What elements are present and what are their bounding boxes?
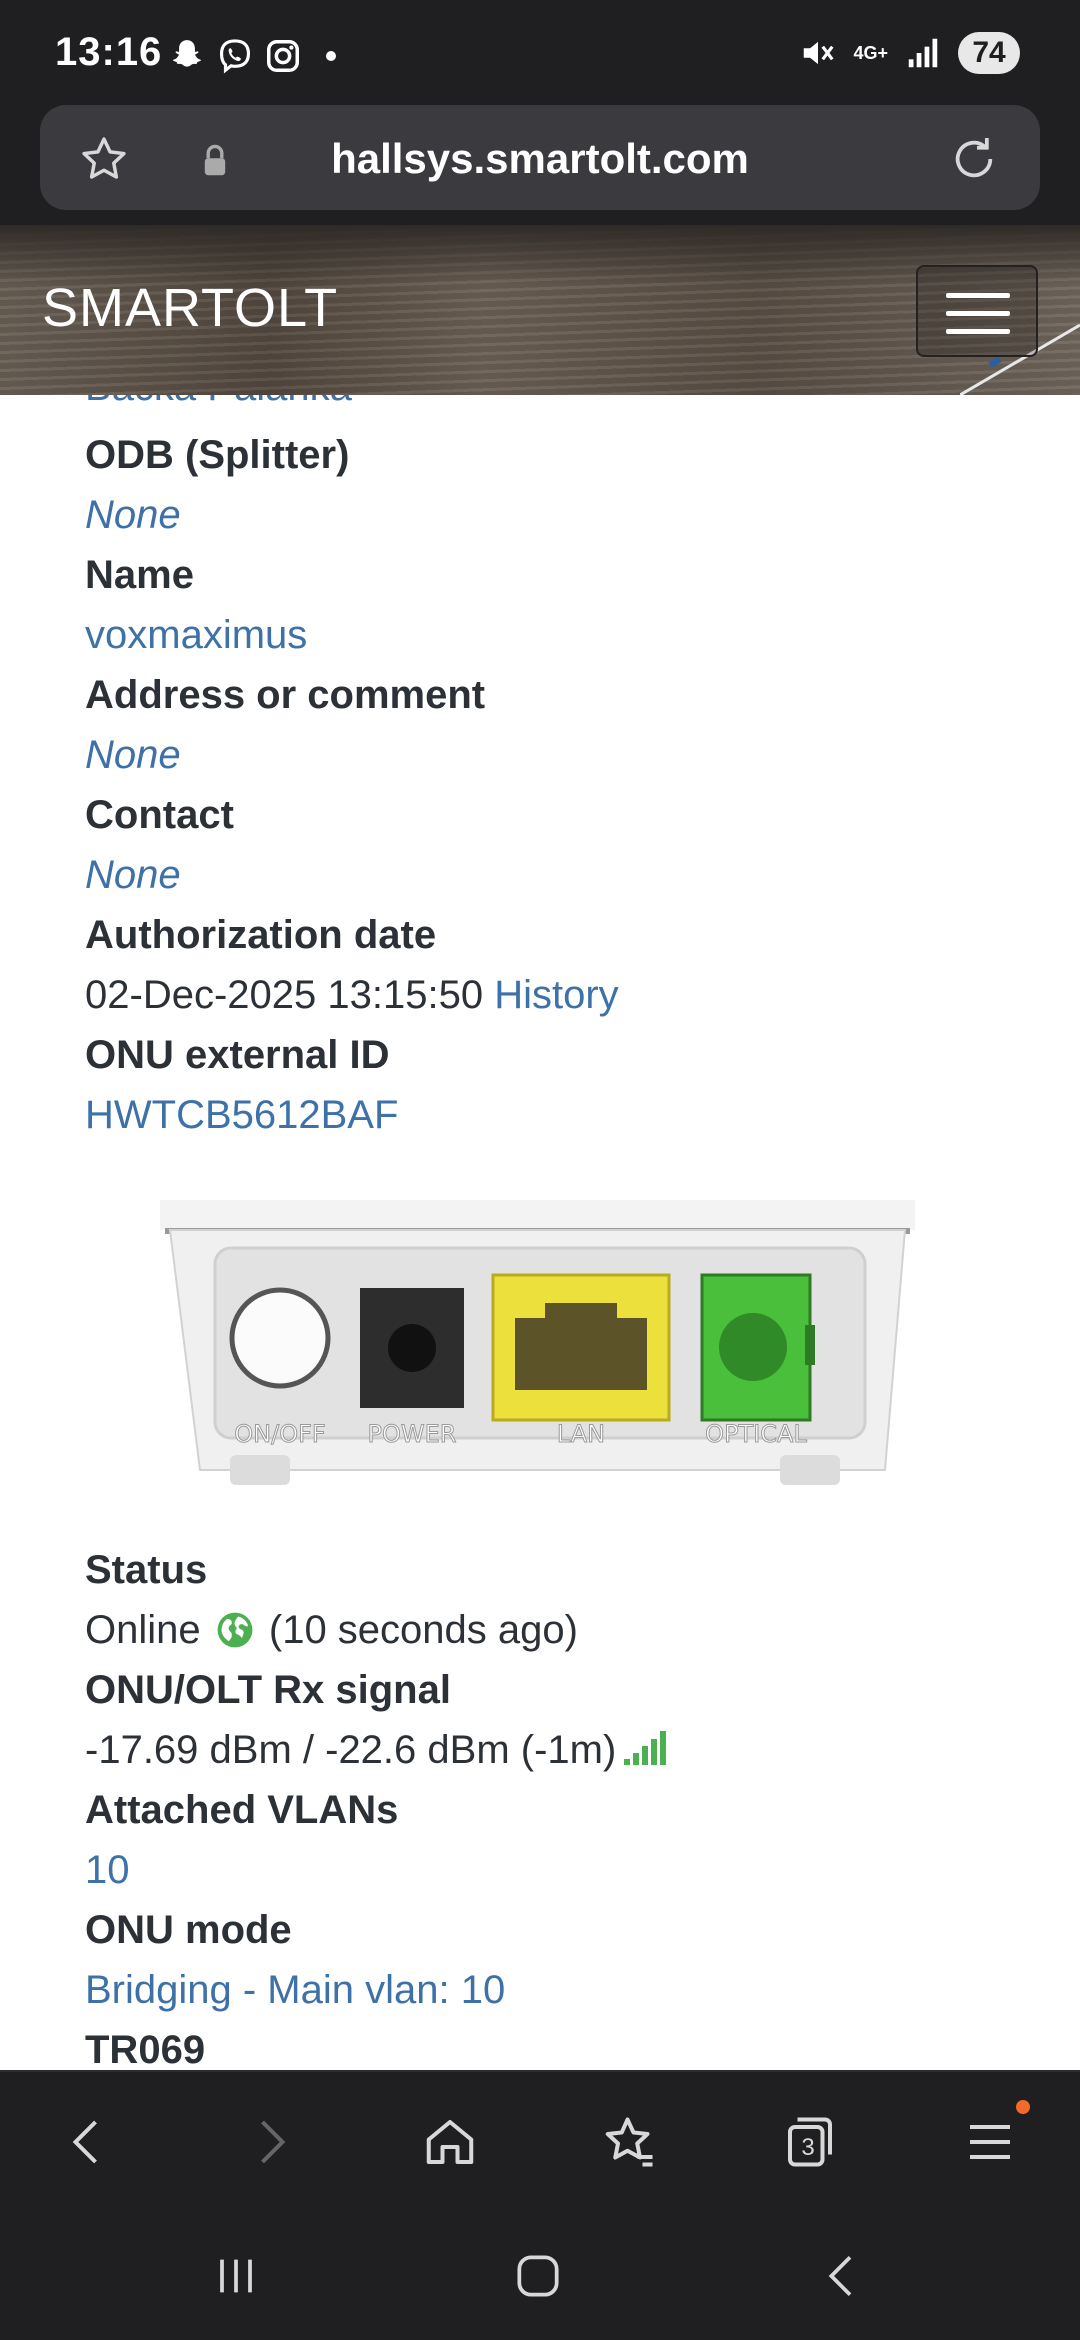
odb-label: ODB (Splitter) [85, 433, 350, 477]
network-type: 4G+ [853, 43, 888, 63]
device-port-label: LAN [557, 1420, 605, 1448]
instagram-icon [267, 40, 299, 72]
address-value[interactable]: None [85, 725, 1025, 785]
rx-signal-value: -17.69 dBm / -22.6 dBm (-1m) [85, 1728, 617, 1772]
device-port-label: OPTICAL [705, 1420, 807, 1448]
menu-toggle-button[interactable] [916, 265, 1038, 357]
zone-value[interactable]: Backa Palanka [85, 395, 352, 410]
status-value: Online [85, 1608, 201, 1652]
browser-toolbar: 3 [0, 2070, 1080, 2210]
authorization-date-row: 02-Dec-2025 13:15:50 History [85, 965, 1025, 1025]
snapchat-icon [173, 40, 201, 67]
mute-icon [804, 41, 834, 65]
status-time: (10 seconds ago) [268, 1608, 578, 1652]
external-id-label: ONU external ID [85, 1033, 390, 1077]
back-icon[interactable] [58, 2112, 118, 2172]
contact-label: Contact [85, 793, 234, 837]
rx-signal-label: ONU/OLT Rx signal [85, 1668, 451, 1712]
viber-icon [219, 39, 251, 74]
more-notifications-dot [326, 51, 336, 61]
menu-notification-dot [1016, 2100, 1030, 2114]
online-globe-icon [217, 1612, 253, 1648]
site-header: SMARTOLT [0, 225, 1080, 395]
site-brand[interactable]: SMARTOLT [42, 277, 338, 339]
tr069-label: TR069 [85, 2028, 206, 2070]
tab-count: 3 [801, 2134, 815, 2161]
bookmarks-icon[interactable] [600, 2112, 660, 2172]
name-value[interactable]: voxmaximus [85, 605, 1025, 665]
status-label: Status [85, 1548, 208, 1592]
authorization-date-value: 02-Dec-2025 13:15:50 [85, 973, 484, 1017]
home-icon[interactable] [420, 2112, 480, 2172]
authorization-date-label: Authorization date [85, 913, 437, 957]
recent-apps-icon[interactable] [208, 2248, 264, 2304]
contact-value[interactable]: None [85, 845, 1025, 905]
reload-icon[interactable] [946, 131, 1002, 187]
onu-mode-label: ONU mode [85, 1908, 292, 1952]
status-indicators: 4G+ 74 [799, 32, 1020, 74]
status-bar: 13:16 4G+ 74 [0, 0, 1080, 100]
system-back-icon[interactable] [815, 2248, 871, 2304]
device-port-label: POWER [368, 1420, 457, 1448]
status-time: 13:16 [55, 30, 163, 74]
tabs-button[interactable]: 3 [780, 2112, 840, 2172]
vlans-value[interactable]: 10 [85, 1840, 1025, 1900]
onu-device-image: ON/OFF POWER LAN OPTICAL [160, 1200, 915, 1485]
external-id-value[interactable]: HWTCB5612BAF [85, 1085, 1025, 1145]
address-label: Address or comment [85, 673, 486, 717]
onu-status-list: Status Online (10 seconds ago) ONU/OLT R… [85, 1540, 1025, 2070]
history-link[interactable]: History [494, 973, 618, 1017]
signal-icon [908, 38, 938, 68]
rx-signal-row: -17.69 dBm / -22.6 dBm (-1m) [85, 1720, 1025, 1780]
home-button-icon[interactable] [510, 2248, 566, 2304]
address-bar[interactable]: hallsys.smartolt.com [40, 105, 1040, 210]
onu-mode-value[interactable]: Bridging - Main vlan: 10 [85, 1960, 1025, 2020]
forward-icon[interactable] [240, 2112, 300, 2172]
vlans-label: Attached VLANs [85, 1788, 399, 1832]
battery-level: 74 [958, 32, 1020, 74]
device-port-label: ON/OFF [234, 1420, 325, 1448]
url-text[interactable]: hallsys.smartolt.com [40, 135, 1040, 183]
onu-details-panel: Backa Palanka ODB (Splitter) None Name v… [0, 395, 1080, 2070]
onu-info-list: ODB (Splitter) None Name voxmaximus Addr… [85, 425, 1025, 1145]
menu-icon[interactable] [960, 2112, 1020, 2172]
name-label: Name [85, 553, 194, 597]
notification-icons [168, 36, 336, 76]
odb-value[interactable]: None [85, 485, 1025, 545]
signal-strength-icon [624, 1731, 667, 1765]
status-row: Online (10 seconds ago) [85, 1600, 1025, 1660]
system-navigation-bar [0, 2210, 1080, 2340]
